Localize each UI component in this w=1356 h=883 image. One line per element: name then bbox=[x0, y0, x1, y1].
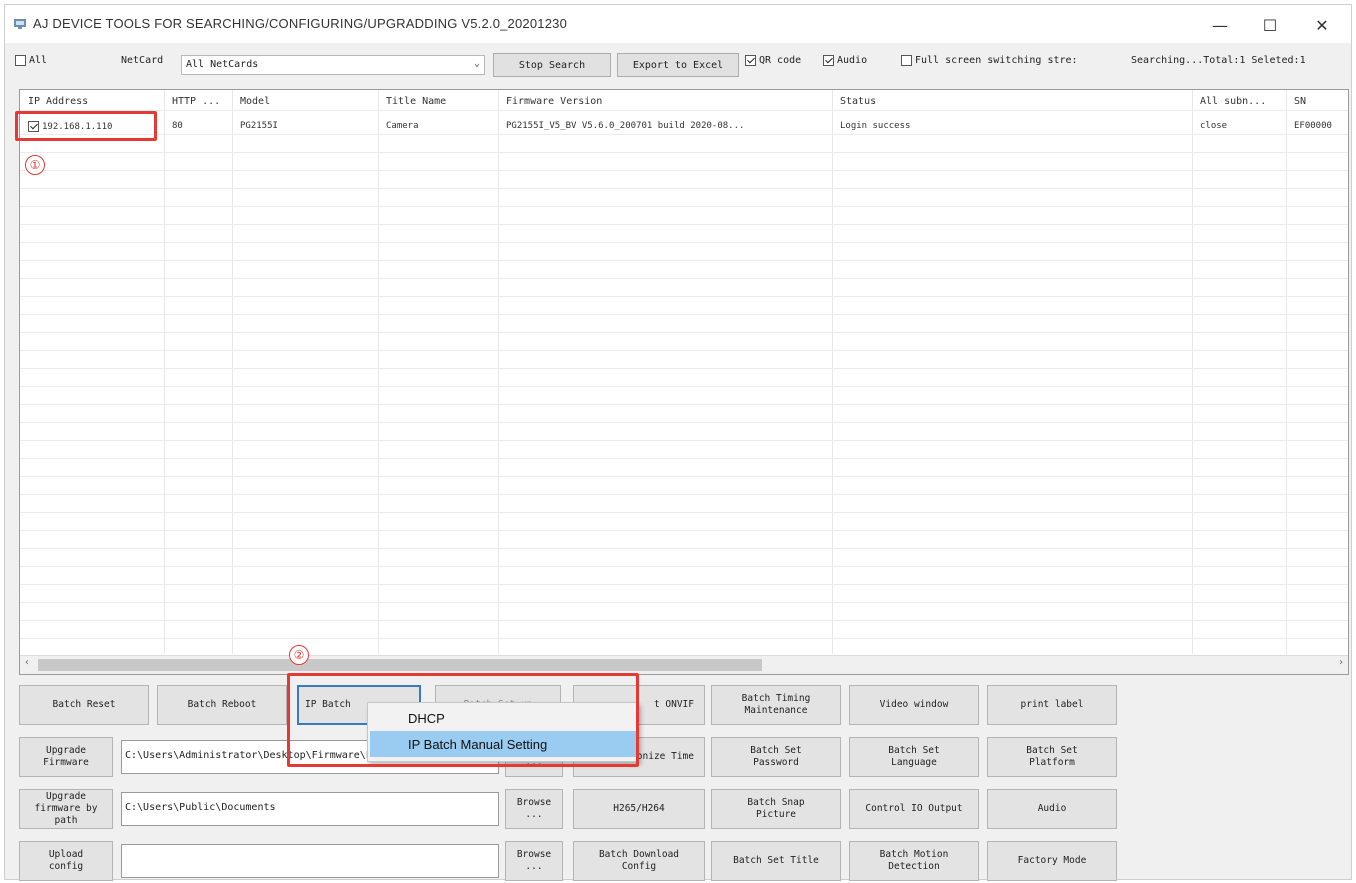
all-label: All bbox=[29, 55, 48, 66]
title-bar: AJ DEVICE TOOLS FOR SEARCHING/CONFIGURIN… bbox=[5, 5, 1351, 43]
upgrade-by-path-button[interactable]: Upgrade firmware by path bbox=[19, 789, 113, 829]
row-firmware-value: PG2155I_V5_BV V5.6.0_200701 build 2020-0… bbox=[506, 121, 745, 131]
search-status: Searching...Total:1 Seleted:1 bbox=[1131, 55, 1306, 66]
row-sn-value: EF00000 bbox=[1294, 121, 1332, 131]
netcard-label-text: NetCard bbox=[121, 55, 164, 66]
scroll-left-arrow-icon[interactable]: ‹ bbox=[24, 657, 30, 668]
chevron-down-icon[interactable]: ⌄ bbox=[474, 58, 480, 69]
window-title: AJ DEVICE TOOLS FOR SEARCHING/CONFIGURIN… bbox=[33, 16, 567, 31]
batch-reboot-button[interactable]: Batch Reboot bbox=[157, 685, 287, 725]
batch-set-language-button[interactable]: Batch Set Language bbox=[849, 737, 979, 777]
audio-button[interactable]: Audio bbox=[987, 789, 1117, 829]
column-header-model[interactable]: Model bbox=[240, 96, 270, 107]
row-status-value: Login success bbox=[840, 121, 911, 131]
column-header-title[interactable]: Title Name bbox=[386, 96, 446, 107]
netcard-label: NetCard bbox=[121, 55, 163, 66]
annotation-box-2 bbox=[287, 673, 639, 767]
batch-reset-button[interactable]: Batch Reset bbox=[19, 685, 149, 725]
app-window: AJ DEVICE TOOLS FOR SEARCHING/CONFIGURIN… bbox=[4, 4, 1352, 881]
batch-set-platform-button[interactable]: Batch Set Platform bbox=[987, 737, 1117, 777]
row-model-value: PG2155I bbox=[240, 121, 278, 131]
video-window-button[interactable]: Video window bbox=[849, 685, 979, 725]
row-title-value: Camera bbox=[386, 121, 419, 131]
scroll-right-arrow-icon[interactable]: › bbox=[1338, 657, 1344, 668]
scrollbar-thumb[interactable] bbox=[38, 659, 762, 671]
row-subnet-value: close bbox=[1200, 121, 1228, 131]
search-status-text: Searching...Total:1 Seleted:1 bbox=[1131, 55, 1306, 66]
horizontal-scrollbar[interactable]: ‹ › bbox=[20, 655, 1348, 674]
batch-set-password-button[interactable]: Batch Set Password bbox=[711, 737, 841, 777]
row-http-value: 80 bbox=[172, 121, 183, 131]
full-screen-label: Full screen switching stre: bbox=[915, 55, 1078, 66]
checkbox-box[interactable] bbox=[15, 55, 26, 66]
upload-config-button[interactable]: Upload config bbox=[19, 841, 113, 881]
public-path-input[interactable]: C:\Users\Public\Documents bbox=[121, 792, 499, 826]
upload-path-input[interactable] bbox=[121, 844, 499, 878]
export-excel-button[interactable]: Export to Excel bbox=[617, 53, 739, 77]
browse-path-button[interactable]: Browse ... bbox=[505, 789, 563, 829]
full-screen-checkbox[interactable]: Full screen switching stre: bbox=[901, 55, 1078, 66]
netcard-select[interactable]: All NetCards ⌄ bbox=[181, 55, 485, 75]
factory-mode-button[interactable]: Factory Mode bbox=[987, 841, 1117, 881]
device-table[interactable]: IP Address HTTP ... Model Title Name Fir… bbox=[19, 89, 1349, 675]
close-button[interactable]: ✕ bbox=[1299, 11, 1345, 39]
batch-download-config-button[interactable]: Batch Download Config bbox=[573, 841, 705, 881]
minimize-button[interactable]: — bbox=[1197, 11, 1243, 39]
batch-motion-detection-button[interactable]: Batch Motion Detection bbox=[849, 841, 979, 881]
upgrade-firmware-button[interactable]: Upgrade Firmware bbox=[19, 737, 113, 777]
batch-snap-picture-button[interactable]: Batch Snap Picture bbox=[711, 789, 841, 829]
stop-search-button[interactable]: Stop Search bbox=[493, 53, 611, 77]
column-header-sn[interactable]: SN bbox=[1294, 96, 1306, 107]
annotation-box-1 bbox=[15, 111, 157, 141]
column-header-ip[interactable]: IP Address bbox=[28, 96, 88, 107]
batch-timing-maintenance-button[interactable]: Batch Timing Maintenance bbox=[711, 685, 841, 725]
annotation-marker-2: ② bbox=[289, 645, 309, 665]
column-header-firmware[interactable]: Firmware Version bbox=[506, 96, 602, 107]
column-header-subnet[interactable]: All subn... bbox=[1200, 96, 1266, 107]
maximize-button[interactable]: ☐ bbox=[1247, 11, 1293, 39]
column-header-status[interactable]: Status bbox=[840, 96, 876, 107]
all-checkbox[interactable]: All bbox=[15, 55, 47, 66]
toolbar: All NetCard All NetCards ⌄ Stop Search E… bbox=[5, 49, 1351, 79]
qr-code-label: QR code bbox=[759, 55, 802, 66]
control-io-output-button[interactable]: Control IO Output bbox=[849, 789, 979, 829]
browse-config-button[interactable]: Browse ... bbox=[505, 841, 563, 881]
app-icon bbox=[14, 19, 26, 29]
qr-code-checkbox[interactable]: QR code bbox=[745, 55, 801, 66]
audio-checkbox[interactable]: Audio bbox=[823, 55, 867, 66]
h265-h264-button[interactable]: H265/H264 bbox=[573, 789, 705, 829]
batch-set-title-button[interactable]: Batch Set Title bbox=[711, 841, 841, 881]
netcard-select-value: All NetCards bbox=[186, 59, 259, 70]
checkbox-box[interactable] bbox=[901, 55, 912, 66]
column-header-http[interactable]: HTTP ... bbox=[172, 96, 220, 107]
checkbox-checked[interactable] bbox=[823, 55, 834, 66]
print-label-button[interactable]: print label bbox=[987, 685, 1117, 725]
annotation-marker-1: ① bbox=[25, 155, 45, 175]
checkbox-checked[interactable] bbox=[745, 55, 756, 66]
audio-label: Audio bbox=[837, 55, 868, 66]
